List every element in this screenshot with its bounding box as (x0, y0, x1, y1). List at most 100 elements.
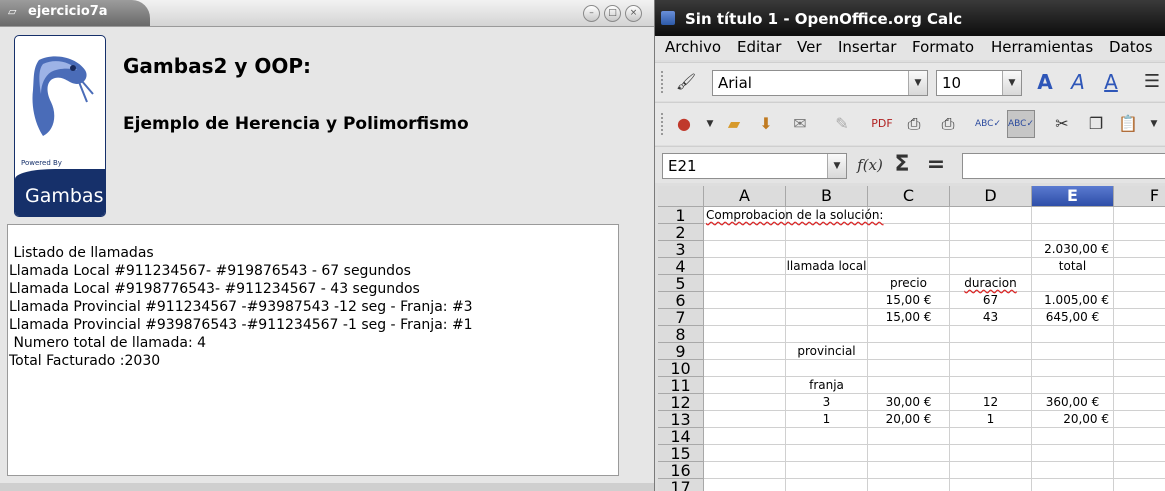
grid-cell[interactable] (786, 309, 868, 326)
email-icon[interactable]: ✉ (787, 111, 813, 137)
column-header-selected[interactable]: E (1032, 186, 1114, 207)
styles-icon[interactable]: 🖌 (673, 69, 699, 95)
calc-titlebar[interactable]: Sin título 1 - OpenOffice.org Calc (655, 0, 1165, 36)
align-left-icon[interactable]: ☰ (1139, 69, 1165, 95)
cell-C12[interactable]: 30,00 € (868, 394, 950, 411)
calc-app-icon[interactable] (661, 11, 675, 25)
row-header[interactable]: 1 (658, 207, 704, 224)
grid-cell[interactable] (950, 326, 1032, 343)
grid-cell[interactable] (868, 462, 950, 479)
grid-cell[interactable] (1114, 292, 1165, 309)
new-document-icon[interactable]: ● (671, 111, 697, 137)
column-header[interactable]: C (868, 186, 950, 207)
cell-C13[interactable]: 20,00 € (868, 411, 950, 428)
grid-cell[interactable] (704, 462, 786, 479)
grid-cell[interactable] (786, 479, 868, 491)
cell-D13[interactable]: 1 (950, 411, 1032, 428)
grid-cell[interactable] (1032, 479, 1114, 491)
grid-cell[interactable] (868, 326, 950, 343)
chevron-down-icon[interactable]: ▼ (697, 111, 723, 137)
grid-cell[interactable] (950, 428, 1032, 445)
spellcheck-icon[interactable]: ABC✓ (975, 111, 1001, 137)
grid-cell[interactable] (1114, 258, 1165, 275)
menu-datos[interactable]: Datos (1109, 38, 1153, 56)
grid-cell[interactable] (950, 224, 1032, 241)
grid-cell[interactable] (950, 360, 1032, 377)
grid-cell[interactable] (868, 445, 950, 462)
menu-editar[interactable]: Editar (737, 38, 781, 56)
maximize-button[interactable]: □ (604, 5, 621, 22)
output-textarea[interactable]: Listado de llamadas Llamada Local #91123… (7, 224, 619, 476)
grid-cell[interactable] (950, 479, 1032, 491)
grid-cell[interactable] (868, 360, 950, 377)
row-header[interactable]: 14 (658, 428, 704, 445)
grid-cell[interactable] (1114, 428, 1165, 445)
open-folder-icon[interactable]: ▰ (721, 111, 747, 137)
grid-cell[interactable] (1114, 207, 1165, 224)
grid-cell[interactable] (950, 343, 1032, 360)
cell-B9[interactable]: provincial (786, 343, 868, 360)
grid-cell[interactable] (1114, 479, 1165, 491)
grid-cell[interactable] (704, 377, 786, 394)
grid-cell[interactable] (1114, 326, 1165, 343)
row-header[interactable]: 6 (658, 292, 704, 309)
grid-cell[interactable] (950, 377, 1032, 394)
grid-cell[interactable] (704, 309, 786, 326)
cell-A1[interactable]: Comprobacion de la solución: (704, 207, 944, 224)
grid-cell[interactable] (786, 462, 868, 479)
grid-cell[interactable] (868, 224, 950, 241)
grid-cell[interactable] (950, 258, 1032, 275)
grid-cell[interactable] (1032, 207, 1114, 224)
grid-cell[interactable] (950, 445, 1032, 462)
cell-E13[interactable]: 20,00 € (1032, 411, 1114, 428)
grid-cell[interactable] (1032, 377, 1114, 394)
cell-E6[interactable]: 1.005,00 € (1032, 292, 1114, 309)
cell-E7[interactable]: 645,00 € (1032, 309, 1114, 326)
cell-C7[interactable]: 15,00 € (868, 309, 950, 326)
sum-icon[interactable]: Σ (889, 152, 915, 178)
grid-cell[interactable] (786, 292, 868, 309)
row-header[interactable]: 15 (658, 445, 704, 462)
grid-cell[interactable] (950, 207, 1032, 224)
cell-E3[interactable]: 2.030,00 € (1032, 241, 1114, 258)
window-menu-icon[interactable]: ▱ (8, 6, 20, 18)
window-tab[interactable]: ▱ ejercicio7a (0, 0, 150, 26)
select-all-corner[interactable] (658, 186, 704, 207)
grid-cell[interactable] (704, 479, 786, 491)
row-header[interactable]: 13 (658, 411, 704, 428)
column-header[interactable]: A (704, 186, 786, 207)
font-size-combo[interactable]: 10 ▼ (936, 70, 1022, 96)
grid-cell[interactable] (1114, 224, 1165, 241)
grid-cell[interactable] (1032, 428, 1114, 445)
grid-cell[interactable] (1032, 343, 1114, 360)
grid-cell[interactable] (704, 292, 786, 309)
minimize-button[interactable]: – (583, 5, 600, 22)
equals-icon[interactable]: = (923, 152, 949, 178)
grid-cell[interactable] (868, 377, 950, 394)
grid-cell[interactable] (1114, 309, 1165, 326)
toolbar-grip[interactable] (661, 113, 667, 135)
close-button[interactable]: × (625, 5, 642, 22)
grid-cell[interactable] (786, 241, 868, 258)
grid-cell[interactable] (786, 428, 868, 445)
column-header[interactable]: B (786, 186, 868, 207)
row-header[interactable]: 2 (658, 224, 704, 241)
cell-D5[interactable]: duracion (950, 275, 1032, 292)
autospellcheck-icon[interactable]: ABC✓ (1007, 110, 1035, 138)
cell-D7[interactable]: 43 (950, 309, 1032, 326)
grid-cell[interactable] (1032, 462, 1114, 479)
cell-B12[interactable]: 3 (786, 394, 868, 411)
grid-cell[interactable] (1114, 241, 1165, 258)
column-header[interactable]: D (950, 186, 1032, 207)
row-header[interactable]: 17 (658, 479, 704, 491)
grid-cell[interactable] (868, 479, 950, 491)
italic-icon[interactable]: A (1065, 69, 1091, 95)
chevron-down-icon[interactable]: ▼ (908, 71, 927, 95)
cell-B4[interactable]: llamada local (786, 258, 868, 275)
spreadsheet-grid[interactable]: A B C D E F 1 2 3 4 5 6 7 8 9 10 11 12 13 14 15 16 17 Co… (658, 186, 1165, 491)
export-pdf-icon[interactable]: PDF (869, 111, 895, 137)
row-header[interactable]: 4 (658, 258, 704, 275)
grid-cell[interactable] (704, 275, 786, 292)
edit-file-icon[interactable]: ✎ (829, 111, 855, 137)
bold-icon[interactable]: A (1032, 69, 1058, 95)
